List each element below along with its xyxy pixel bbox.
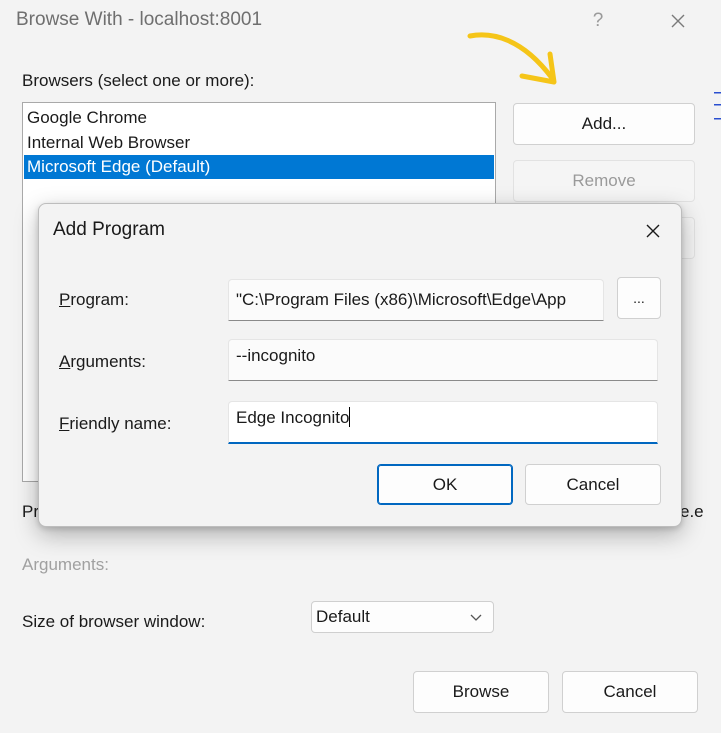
cancel-button[interactable]: Cancel bbox=[562, 671, 698, 713]
background-window-edge bbox=[712, 88, 721, 132]
program-input[interactable]: "C:\Program Files (x86)\Microsoft\Edge\A… bbox=[228, 279, 604, 321]
arguments-input[interactable]: --incognito bbox=[228, 339, 658, 381]
friendly-name-field-label: Friendly name: bbox=[59, 414, 172, 433]
add-program-close-button[interactable] bbox=[637, 216, 669, 246]
dialog-title: Browse With - localhost:8001 bbox=[16, 9, 263, 30]
arguments-field-label: Arguments: bbox=[59, 352, 146, 371]
window-size-value: Default bbox=[316, 607, 370, 626]
browse-button[interactable]: Browse bbox=[413, 671, 549, 713]
close-button[interactable] bbox=[660, 6, 696, 36]
friendly-name-value: Edge Incognito bbox=[236, 408, 350, 427]
list-item[interactable]: Internal Web Browser bbox=[24, 131, 494, 155]
browse-program-button[interactable]: ... bbox=[617, 277, 661, 319]
arguments-label: Arguments: bbox=[22, 555, 109, 574]
close-icon bbox=[646, 224, 660, 238]
close-icon bbox=[671, 14, 685, 28]
help-button[interactable]: ? bbox=[580, 6, 616, 36]
remove-button[interactable]: Remove bbox=[513, 160, 695, 202]
program-label: Pr bbox=[22, 502, 39, 521]
window-size-label: Size of browser window: bbox=[22, 612, 206, 631]
help-icon: ? bbox=[592, 10, 604, 31]
ok-button[interactable]: OK bbox=[377, 464, 513, 505]
list-item-selected[interactable]: Microsoft Edge (Default) bbox=[24, 155, 494, 179]
add-program-cancel-button[interactable]: Cancel bbox=[525, 464, 661, 505]
list-item[interactable]: Google Chrome bbox=[24, 106, 494, 130]
friendly-name-input[interactable]: Edge Incognito bbox=[228, 401, 658, 444]
add-button[interactable]: Add... bbox=[513, 103, 695, 145]
chevron-down-icon bbox=[470, 614, 482, 621]
text-caret bbox=[349, 407, 351, 427]
window-size-dropdown[interactable]: Default bbox=[311, 601, 494, 633]
program-value: e.e bbox=[680, 502, 704, 521]
add-program-title: Add Program bbox=[53, 219, 165, 240]
background-link-fragment bbox=[714, 92, 721, 120]
add-program-dialog: Add Program Program: "C:\Program Files (… bbox=[38, 203, 682, 527]
browsers-label: Browsers (select one or more): bbox=[22, 71, 255, 90]
program-field-label: Program: bbox=[59, 290, 129, 309]
annotation-arrow-icon bbox=[467, 32, 557, 85]
